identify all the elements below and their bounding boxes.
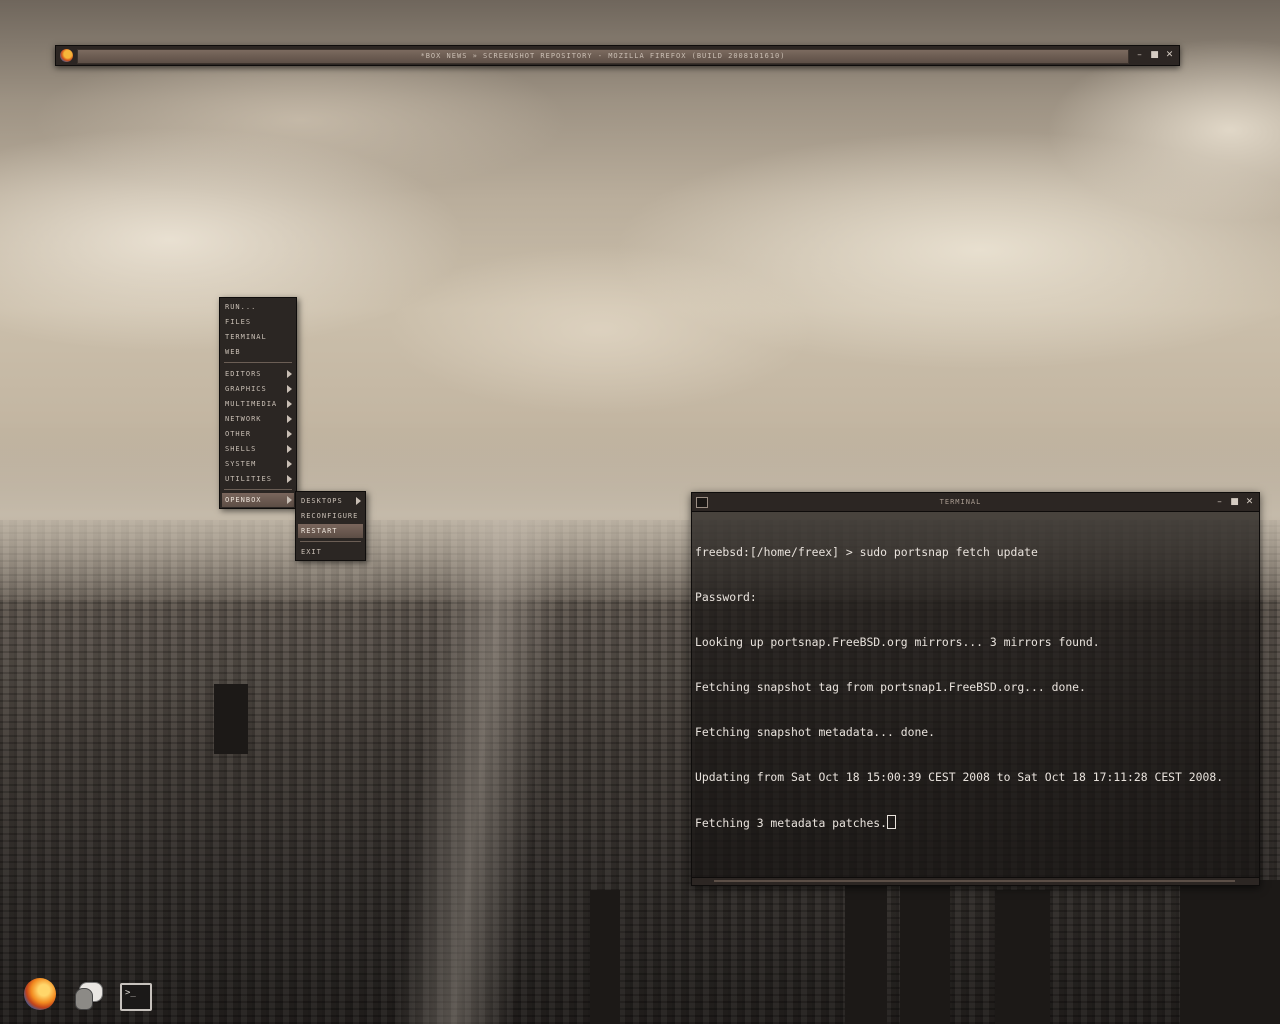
submenu-arrow-icon: [287, 460, 292, 468]
menu-item-network[interactable]: Network: [222, 412, 294, 426]
firefox-launcher-icon[interactable]: [24, 978, 56, 1010]
menu-item-run[interactable]: Run...: [222, 300, 294, 314]
pidgin-launcher-icon[interactable]: [73, 980, 103, 1010]
menu-item-utilities[interactable]: Utilities: [222, 472, 294, 486]
menu-item-other[interactable]: Other: [222, 427, 294, 441]
submenu-arrow-icon: [287, 496, 292, 504]
terminal-title: Terminal: [939, 498, 982, 506]
wallpaper-building: [1180, 880, 1280, 1024]
firefox-icon[interactable]: [60, 49, 73, 62]
menu-item-system[interactable]: System: [222, 457, 294, 471]
terminal-scrollbar[interactable]: [692, 877, 1259, 885]
menu-item-reconfigure[interactable]: Reconfigure: [298, 509, 363, 523]
wallpaper-building: [214, 684, 248, 754]
menu-item-label: Desktops: [301, 497, 343, 505]
menu-item-graphics[interactable]: Graphics: [222, 382, 294, 396]
menu-separator: [224, 362, 292, 363]
submenu-arrow-icon: [287, 430, 292, 438]
terminal-window-icon[interactable]: [696, 497, 708, 508]
menu-item-label: Network: [225, 415, 262, 423]
menu-separator: [224, 489, 292, 490]
wallpaper-building: [590, 890, 620, 1024]
openbox-root-menu: Run... Files Terminal Web Editors Graphi…: [219, 297, 297, 509]
menu-item-files[interactable]: Files: [222, 315, 294, 329]
terminal-line: Password:: [695, 590, 757, 604]
menu-item-multimedia[interactable]: Multimedia: [222, 397, 294, 411]
menu-item-label: Multimedia: [225, 400, 278, 408]
minimize-button[interactable]: –: [1214, 496, 1225, 509]
window-controls: – ■ ✕: [1214, 496, 1255, 509]
menu-separator: [300, 541, 361, 542]
close-button[interactable]: ✕: [1244, 496, 1255, 509]
menu-item-editors[interactable]: Editors: [222, 367, 294, 381]
terminal-line: freebsd:[/home/freex] > sudo portsnap fe…: [695, 545, 1038, 559]
terminal-titlebar[interactable]: Terminal – ■ ✕: [692, 493, 1259, 512]
menu-item-label: Shells: [225, 445, 257, 453]
submenu-arrow-icon: [287, 445, 292, 453]
wallpaper-building: [900, 880, 950, 1024]
terminal-line-last: Fetching 3 metadata patches.: [695, 815, 1256, 830]
submenu-arrow-icon: [287, 370, 292, 378]
firefox-window[interactable]: *Box News » Screenshot Repository - Mozi…: [55, 45, 1180, 66]
terminal-line: Fetching snapshot metadata... done.: [695, 725, 936, 739]
submenu-arrow-icon: [356, 497, 361, 505]
maximize-button[interactable]: ■: [1229, 496, 1240, 509]
terminal-prompt-glyph: >_: [125, 988, 136, 998]
menu-item-shells[interactable]: Shells: [222, 442, 294, 456]
terminal-line: Looking up portsnap.FreeBSD.org mirrors.…: [695, 635, 1100, 649]
window-title[interactable]: *Box News » Screenshot Repository - Mozi…: [77, 49, 1129, 64]
text-cursor: [887, 815, 897, 829]
minimize-button[interactable]: –: [1134, 49, 1145, 62]
maximize-button[interactable]: ■: [1149, 49, 1160, 62]
terminal-output[interactable]: freebsd:[/home/freex] > sudo portsnap fe…: [695, 515, 1256, 873]
submenu-arrow-icon: [287, 385, 292, 393]
menu-item-label: System: [225, 460, 257, 468]
submenu-arrow-icon: [287, 415, 292, 423]
pigeon-icon: [75, 988, 93, 1010]
openbox-submenu: Desktops Reconfigure Restart Exit: [295, 491, 366, 561]
terminal-window[interactable]: Terminal – ■ ✕ freebsd:[/home/freex] > s…: [691, 492, 1260, 886]
menu-item-desktops[interactable]: Desktops: [298, 494, 363, 508]
menu-item-openbox[interactable]: Openbox: [222, 493, 294, 507]
scrollbar-thumb[interactable]: [714, 880, 1235, 882]
menu-item-label: Utilities: [225, 475, 272, 483]
menu-item-label: Openbox: [225, 496, 262, 504]
terminal-line: Fetching snapshot tag from portsnap1.Fre…: [695, 680, 1086, 694]
terminal-line: Updating from Sat Oct 18 15:00:39 CEST 2…: [695, 770, 1224, 784]
terminal-launcher-icon[interactable]: >_: [120, 983, 152, 1011]
menu-item-restart[interactable]: Restart: [298, 524, 363, 538]
menu-item-exit[interactable]: Exit: [298, 545, 363, 559]
menu-item-label: Graphics: [225, 385, 267, 393]
wallpaper-building: [995, 890, 1050, 1024]
submenu-arrow-icon: [287, 475, 292, 483]
window-controls: – ■ ✕: [1134, 49, 1175, 62]
wallpaper-building: [845, 880, 887, 1024]
submenu-arrow-icon: [287, 400, 292, 408]
menu-item-label: Other: [225, 430, 252, 438]
terminal-line-text: Fetching 3 metadata patches.: [695, 816, 888, 830]
close-button[interactable]: ✕: [1164, 49, 1175, 62]
menu-item-label: Editors: [225, 370, 262, 378]
menu-item-terminal[interactable]: Terminal: [222, 330, 294, 344]
menu-item-web[interactable]: Web: [222, 345, 294, 359]
